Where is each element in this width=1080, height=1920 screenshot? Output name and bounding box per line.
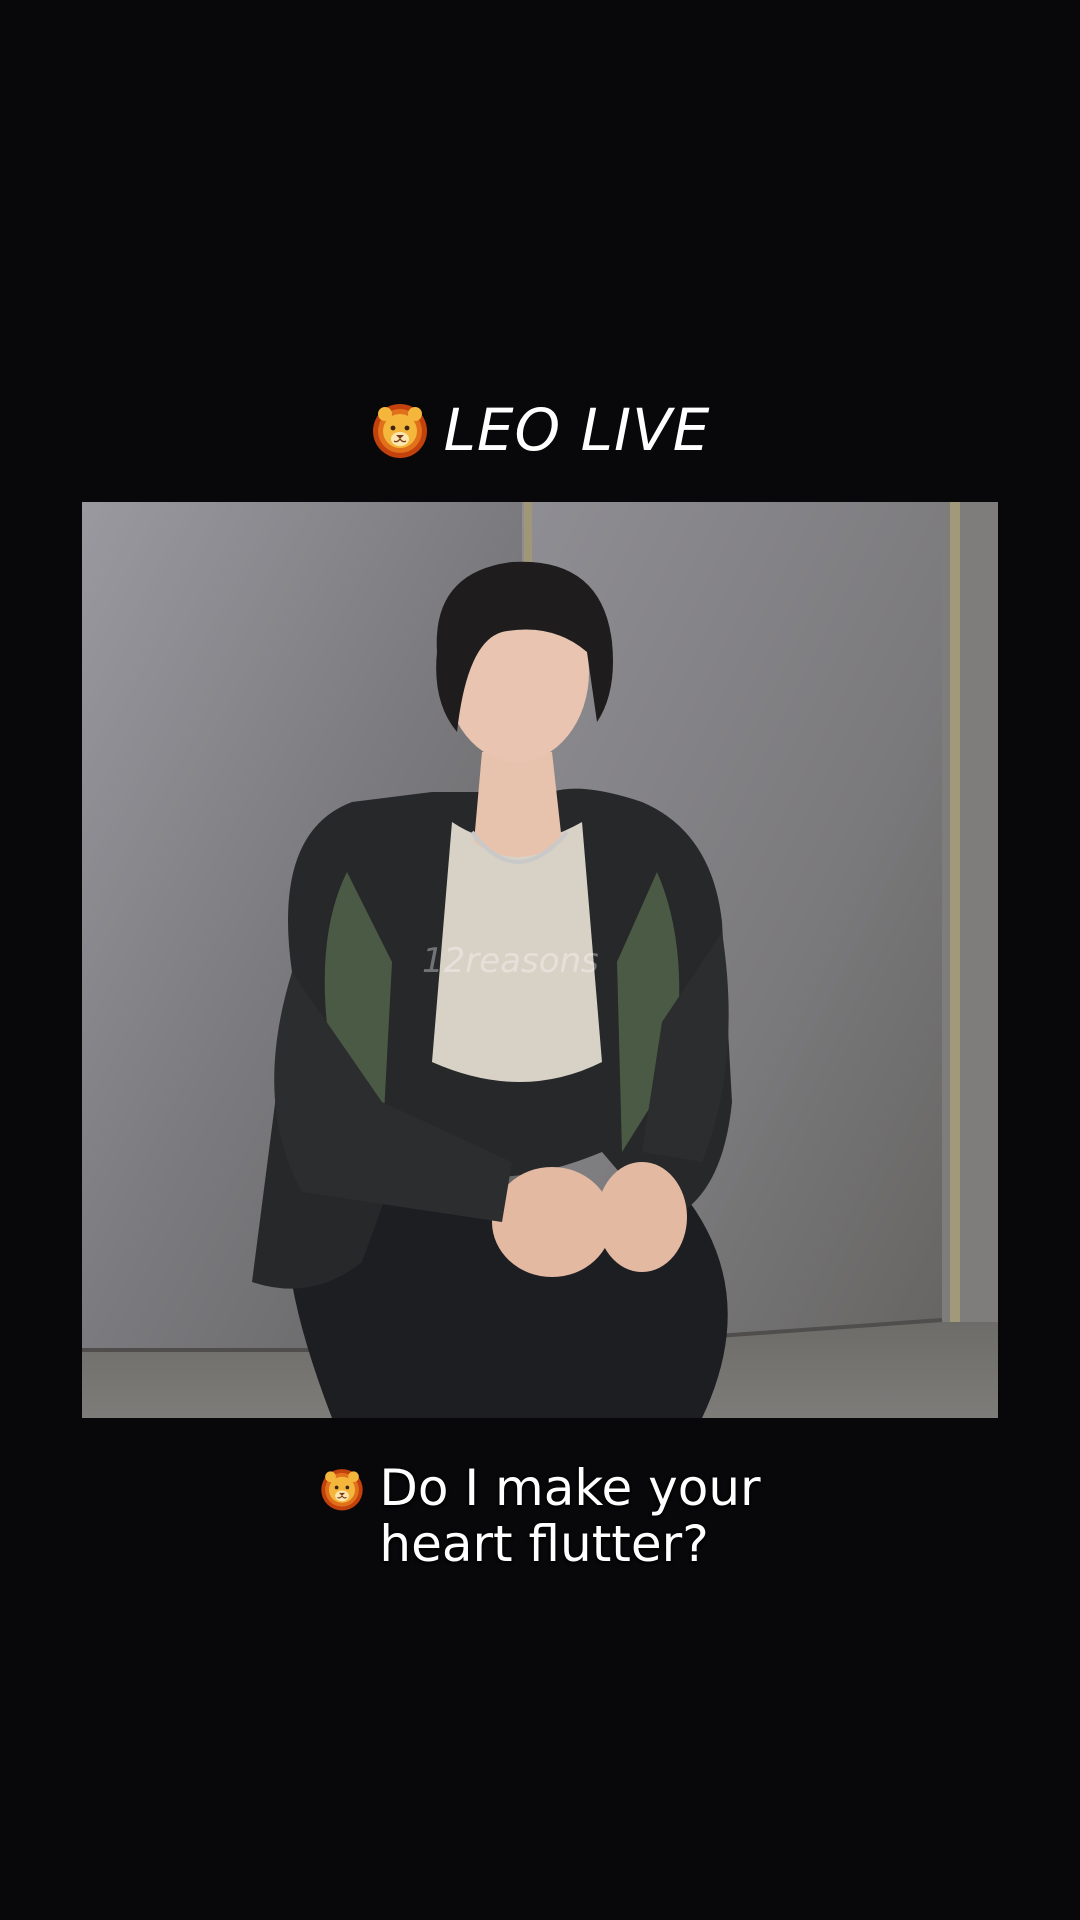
caption-line-2: heart flutter? [379, 1515, 709, 1573]
caption-line-1: Do I make your [379, 1459, 761, 1517]
caption-text: Do I make your heart flutter? [379, 1460, 760, 1572]
page-title: LEO LIVE [443, 396, 711, 464]
lion-face-icon [319, 1466, 365, 1512]
header: LEO LIVE [0, 390, 1080, 470]
watermark: 12reasons [422, 941, 599, 981]
caption: Do I make your heart flutter? [0, 1460, 1080, 1572]
lion-face-icon [370, 400, 430, 460]
photo: 12reasons [82, 502, 998, 1418]
